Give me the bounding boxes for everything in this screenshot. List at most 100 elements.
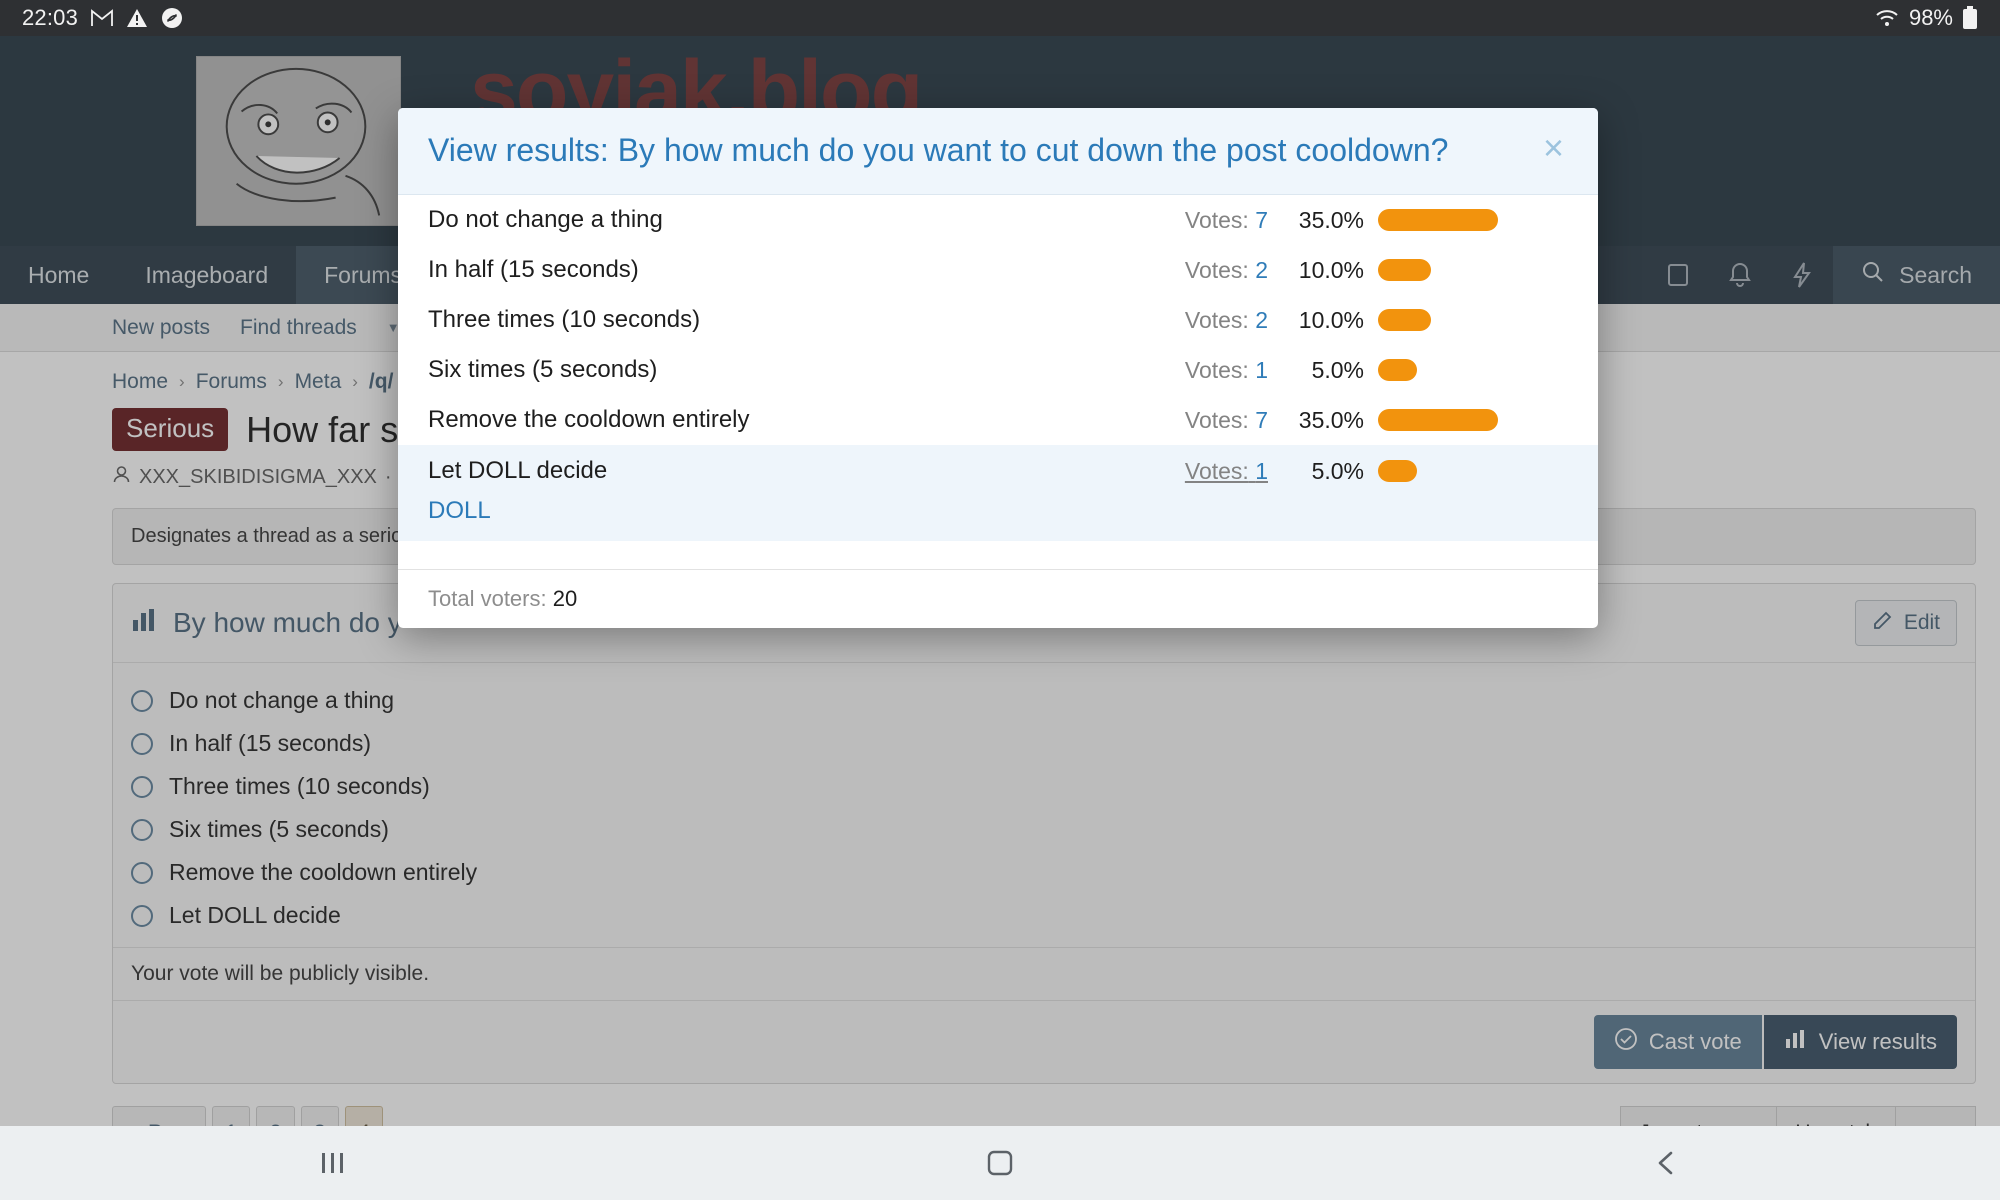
result-bar-fill xyxy=(1378,460,1418,482)
total-voters-label: Total voters: xyxy=(428,586,547,611)
page-button-3[interactable]: 3 xyxy=(300,1106,339,1126)
check-circle-icon xyxy=(1614,1027,1638,1057)
breadcrumb-separator: › xyxy=(352,372,358,391)
radio-icon[interactable] xyxy=(131,732,153,755)
result-percent: 5.0% xyxy=(1311,356,1364,383)
search-icon xyxy=(1861,260,1885,290)
result-votes[interactable]: Votes: 1 xyxy=(1118,458,1268,485)
back-icon[interactable] xyxy=(1607,1126,1727,1200)
poll-options: Do not change a thing In half (15 second… xyxy=(113,663,1975,947)
radio-icon[interactable] xyxy=(131,904,153,927)
result-bar-fill xyxy=(1378,259,1431,281)
nav-item-home[interactable]: Home xyxy=(0,246,117,304)
result-bar-fill xyxy=(1378,359,1418,381)
cast-vote-button[interactable]: Cast vote xyxy=(1593,1015,1762,1069)
thread-author[interactable]: XXX_SKIBIDISIGMA_XXX xyxy=(139,466,377,489)
view-results-modal: View results: By how much do you want to… xyxy=(398,108,1598,628)
radio-icon[interactable] xyxy=(131,861,153,884)
modal-header: View results: By how much do you want to… xyxy=(398,108,1598,195)
subnav-item-new-posts[interactable]: New posts xyxy=(112,316,210,340)
nav-item-imageboard[interactable]: Imageboard xyxy=(117,246,296,304)
lightning-icon[interactable] xyxy=(1771,246,1833,304)
more-options-button[interactable]: ••• ▼ xyxy=(1895,1106,1976,1126)
jump-to-new-button[interactable]: Jump to new xyxy=(1620,1106,1777,1126)
result-bar-track xyxy=(1378,359,1568,381)
result-votes[interactable]: Votes: 1 xyxy=(1118,357,1268,384)
poll-option-label: In half (15 seconds) xyxy=(169,730,372,756)
result-votes[interactable]: Votes: 2 xyxy=(1118,307,1268,334)
browser-viewport: soyjak.blog Home Imageboard Forums Searc… xyxy=(0,36,2000,1126)
inbox-icon[interactable] xyxy=(1647,246,1709,304)
result-votes[interactable]: Votes: 7 xyxy=(1118,207,1268,234)
byline-separator: · xyxy=(384,466,392,488)
radio-icon[interactable] xyxy=(131,689,153,712)
poll-result-row-expanded: Let DOLL decide Votes: 1 5.0% DOLL xyxy=(398,445,1598,541)
bar-chart-icon xyxy=(1784,1028,1808,1056)
radio-icon[interactable] xyxy=(131,818,153,841)
result-votes[interactable]: Votes: 2 xyxy=(1118,257,1268,284)
pagination: ◀ Prev 1 2 3 4 xyxy=(112,1106,389,1126)
modal-footer: Total voters: 20 xyxy=(398,569,1598,628)
result-bar-track xyxy=(1378,209,1568,231)
votes-count: 7 xyxy=(1255,406,1268,433)
poll-results-list: Do not change a thing Votes: 7 35.0% In … xyxy=(398,195,1598,569)
close-icon[interactable]: × xyxy=(1539,130,1568,166)
poll-option[interactable]: In half (15 seconds) xyxy=(131,722,1957,765)
page-title: How far sh xyxy=(246,408,419,450)
unwatch-button[interactable]: Unwatch xyxy=(1776,1106,1896,1126)
page-button-4-current[interactable]: 4 xyxy=(344,1106,384,1126)
poll-option[interactable]: Three times (10 seconds) xyxy=(131,765,1957,808)
votes-prefix: Votes: xyxy=(1184,356,1249,383)
voter-link[interactable]: DOLL xyxy=(428,485,1568,527)
result-label: In half (15 seconds) xyxy=(428,256,639,283)
result-percent: 5.0% xyxy=(1311,457,1364,484)
poll-option[interactable]: Remove the cooldown entirely xyxy=(131,851,1957,894)
shazam-icon xyxy=(161,7,183,29)
poll-option-label: Three times (10 seconds) xyxy=(169,773,430,799)
breadcrumb-item-meta[interactable]: Meta xyxy=(295,370,342,394)
edit-poll-button[interactable]: Edit xyxy=(1854,600,1957,646)
result-label: Six times (5 seconds) xyxy=(428,356,658,383)
page-button-1[interactable]: 1 xyxy=(212,1106,251,1126)
status-left-group: 22:03 xyxy=(22,5,183,31)
breadcrumb-item-forums[interactable]: Forums xyxy=(196,370,267,394)
poll-option[interactable]: Let DOLL decide xyxy=(131,894,1957,937)
breadcrumb-separator: › xyxy=(277,372,284,391)
cast-vote-label: Cast vote xyxy=(1648,1029,1742,1054)
votes-count: 1 xyxy=(1255,457,1268,484)
poll-chart-icon xyxy=(131,607,159,640)
poll-option[interactable]: Six times (5 seconds) xyxy=(131,808,1957,851)
thread-tools: Jump to new Unwatch ••• ▼ xyxy=(1620,1106,1976,1126)
poll-block: By how much do y Edit Do not change a th… xyxy=(112,583,1976,1084)
breadcrumb-item-home[interactable]: Home xyxy=(112,370,168,394)
search-button[interactable]: Search xyxy=(1833,246,2000,304)
result-votes[interactable]: Votes: 7 xyxy=(1118,407,1268,434)
poll-option-label: Six times (5 seconds) xyxy=(169,816,389,842)
result-bar-track xyxy=(1378,309,1568,331)
radio-icon[interactable] xyxy=(131,775,153,798)
bell-icon[interactable] xyxy=(1709,246,1771,304)
poll-action-bar: Cast vote View results xyxy=(113,1000,1975,1083)
home-icon[interactable] xyxy=(940,1126,1060,1200)
banner-mascot-image xyxy=(196,56,401,226)
modal-title: View results: By how much do you want to… xyxy=(428,132,1449,168)
subnav-item-find-threads[interactable]: Find threads xyxy=(240,316,357,340)
poll-option-label: Remove the cooldown entirely xyxy=(169,859,478,885)
view-results-button[interactable]: View results xyxy=(1763,1015,1957,1069)
total-voters-value: 20 xyxy=(552,586,578,611)
pagination-row: ◀ Prev 1 2 3 4 Jump to new Unwatch ••• ▼ xyxy=(112,1106,1976,1126)
votes-prefix: Votes: xyxy=(1184,206,1249,233)
battery-icon xyxy=(1962,6,1978,30)
page-prev-button[interactable]: ◀ Prev xyxy=(112,1106,207,1126)
android-status-bar: 22:03 98% xyxy=(0,0,2000,36)
result-label: Do not change a thing xyxy=(428,206,663,233)
result-bar-track xyxy=(1378,259,1568,281)
result-percent: 35.0% xyxy=(1298,206,1364,233)
poll-result-row: Three times (10 seconds) Votes: 2 10.0% xyxy=(398,295,1598,345)
user-icon xyxy=(112,465,131,490)
page-button-2[interactable]: 2 xyxy=(256,1106,295,1126)
recents-icon[interactable] xyxy=(273,1126,393,1200)
result-label: Three times (10 seconds) xyxy=(428,306,701,333)
votes-count: 2 xyxy=(1255,306,1268,333)
poll-option[interactable]: Do not change a thing xyxy=(131,679,1957,722)
